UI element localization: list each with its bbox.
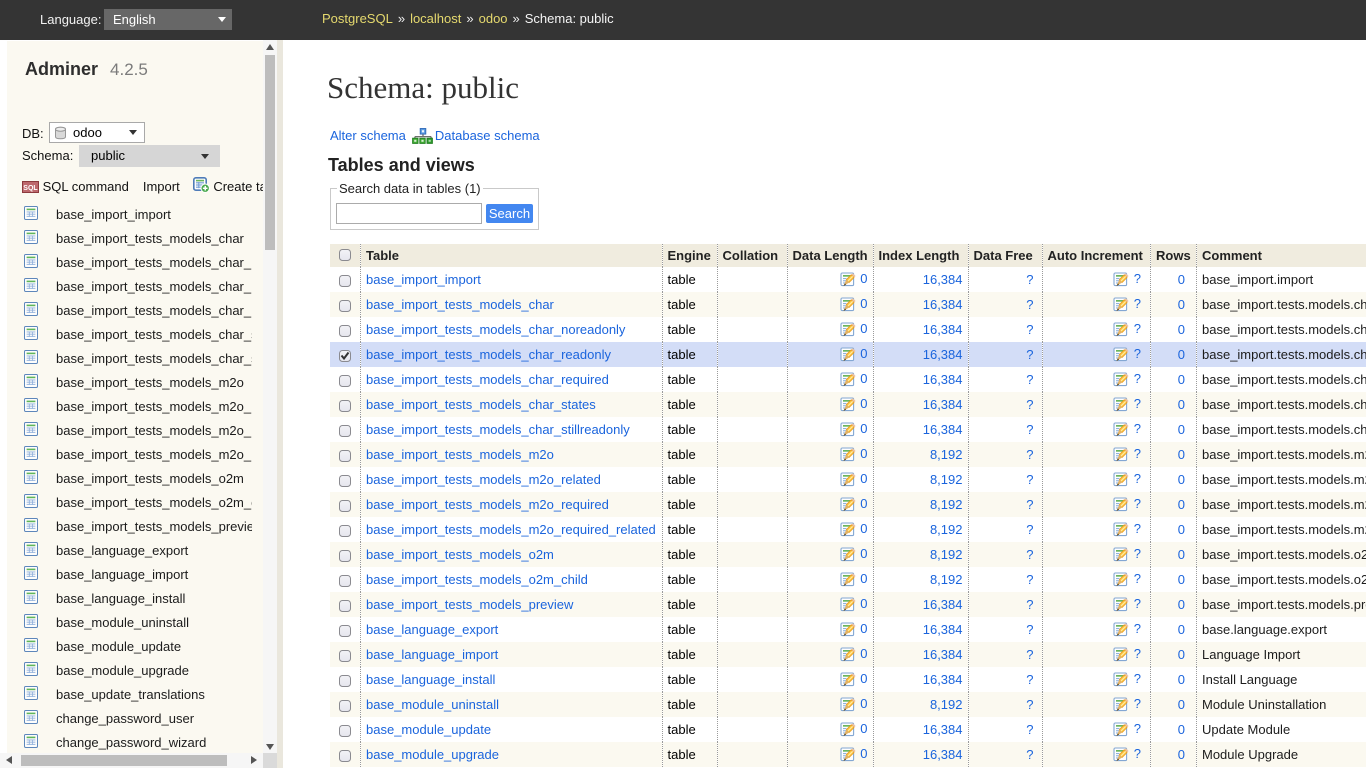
svg-text:SQL: SQL: [23, 185, 38, 192]
